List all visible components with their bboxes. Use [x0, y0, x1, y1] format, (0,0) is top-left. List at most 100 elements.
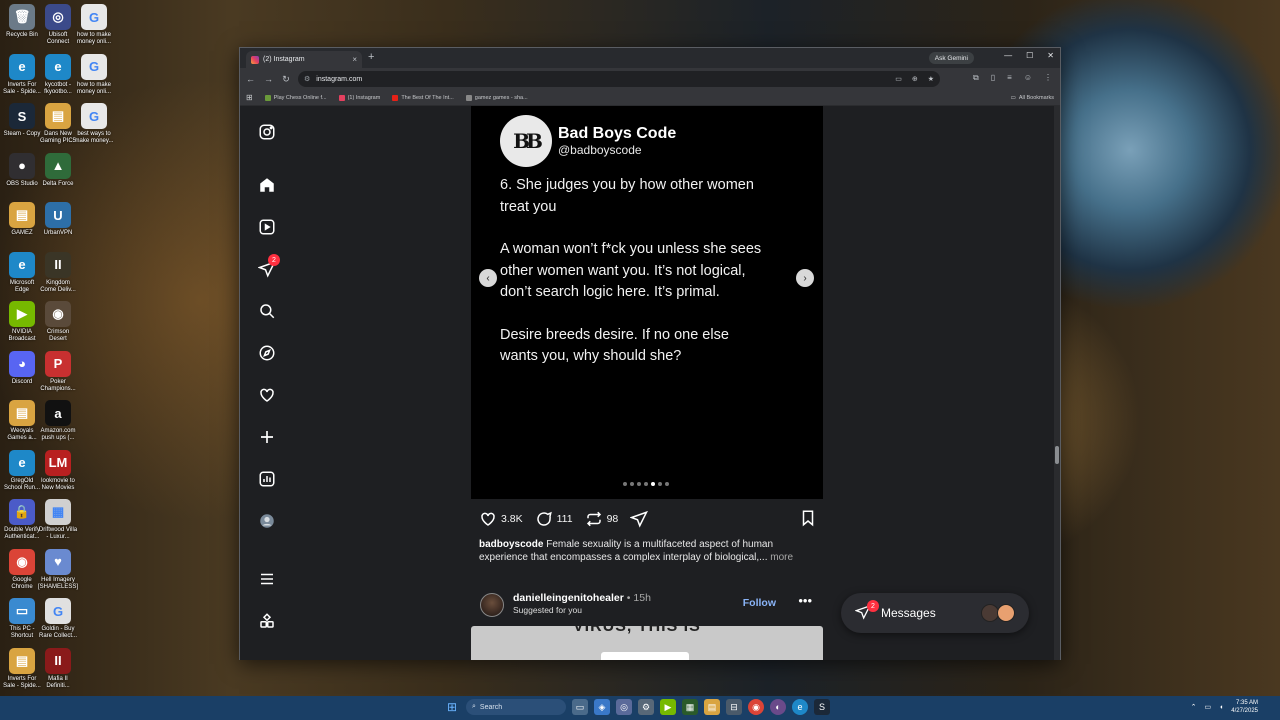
ask-gemini-button[interactable]: Ask Gemini	[928, 52, 974, 64]
desktop-icon[interactable]: S Steam - Copy	[2, 103, 42, 138]
media-icon[interactable]: ≡	[1007, 73, 1012, 83]
settings-icon[interactable]: ⚙	[638, 699, 654, 715]
back-icon[interactable]: ←	[246, 74, 255, 84]
scrollbar-thumb[interactable]	[1055, 446, 1059, 464]
share-action[interactable]	[630, 510, 649, 528]
bookmark-item[interactable]: (1) Instagram	[338, 94, 380, 101]
windows-security-icon[interactable]: ◈	[594, 699, 610, 715]
desktop-icon[interactable]: ▤ Weoyals Games a...	[2, 400, 42, 442]
site-info-icon[interactable]: ⚙	[304, 75, 310, 83]
avatar[interactable]	[480, 593, 504, 617]
follow-button[interactable]: Follow	[743, 597, 776, 609]
bookmark-item[interactable]: Play Chess Online f...	[264, 94, 327, 101]
more-apps-icon[interactable]	[256, 610, 278, 632]
desktop-icon[interactable]: ▭ This PC - Shortcut	[2, 598, 42, 640]
desktop-icon[interactable]: e GregOld School Run...	[2, 449, 42, 492]
insights-icon[interactable]	[256, 468, 278, 490]
instagram-logo-icon[interactable]	[256, 121, 278, 143]
extensions-icon[interactable]: ⧉	[973, 73, 979, 83]
taskbar-search[interactable]: ⌕ Search	[466, 699, 566, 715]
next-post-preview[interactable]: VIRUS, THIS IS	[471, 626, 823, 660]
steam-icon[interactable]: S	[814, 699, 830, 715]
desktop-icon[interactable]: ◕ Discord	[2, 350, 42, 386]
desktop-icon[interactable]: e kycotbot - fkyootbo...	[38, 53, 78, 96]
reload-icon[interactable]: ↻	[282, 74, 290, 85]
profile-avatar[interactable]	[256, 510, 278, 532]
suggested-username[interactable]: danielleingenitohealer • 15h	[513, 592, 651, 604]
ubisoft-icon[interactable]: ◎	[616, 699, 632, 715]
address-bar[interactable]: ⚙ instagram.com ▭ ⊕ ★	[298, 71, 940, 87]
save-bookmark-icon[interactable]	[799, 509, 817, 530]
zoom-icon[interactable]: ⊕	[912, 75, 918, 83]
new-tab-button[interactable]: +	[368, 51, 374, 63]
desktop-icon[interactable]: Ghow to make money onli...	[74, 53, 114, 96]
create-icon[interactable]	[256, 426, 278, 448]
network-icon[interactable]: ▭	[1204, 703, 1211, 711]
desktop-icon[interactable]: ● OBS Studio	[2, 152, 42, 188]
desktop-icon[interactable]: e Microsoft Edge	[2, 251, 42, 294]
xbox-icon[interactable]: ▦	[682, 699, 698, 715]
desktop-icon[interactable]: II Mafia II Definiti...	[38, 647, 78, 690]
file-explorer-icon[interactable]: ▤	[704, 699, 720, 715]
direct-messages-icon[interactable]: 2	[256, 254, 280, 280]
desktop-icon[interactable]: P Poker Champions...	[38, 350, 78, 393]
all-bookmarks-button[interactable]: ▭ All Bookmarks	[1011, 95, 1054, 101]
star-icon[interactable]: ★	[928, 75, 934, 83]
cast-icon[interactable]: ▭	[895, 75, 902, 83]
hamburger-menu-icon[interactable]	[256, 568, 278, 590]
sidepanel-icon[interactable]: ▯	[991, 73, 995, 83]
more-options-icon[interactable]: •••	[798, 593, 812, 608]
desktop-icon[interactable]: LM lookmovie to New Movies	[38, 449, 78, 492]
desktop-icon[interactable]: ◉ Crimson Desert	[38, 301, 78, 343]
close-window-icon[interactable]: ✕	[1047, 51, 1054, 60]
heart-icon[interactable]	[256, 384, 278, 406]
tray-chevron-icon[interactable]: ⌃	[1191, 703, 1197, 711]
desktop-icon[interactable]: a Amazon.com push ups (...	[38, 400, 78, 442]
carousel-next-icon[interactable]: ›	[796, 269, 814, 287]
explore-icon[interactable]	[256, 342, 278, 364]
carousel-prev-icon[interactable]: ‹	[479, 269, 497, 287]
reels-icon[interactable]	[256, 216, 278, 238]
messages-button[interactable]: 2 Messages	[841, 593, 1029, 633]
like-action[interactable]: 3.8K	[479, 510, 523, 528]
page-scrollbar[interactable]	[1054, 106, 1060, 660]
repost-action[interactable]: 98	[585, 510, 618, 528]
desktop-icon[interactable]: 🗑 Recycle Bin	[2, 4, 42, 39]
desktop-icon[interactable]: Ghow to make money onli...	[74, 4, 114, 46]
minimize-icon[interactable]: —	[1004, 51, 1012, 60]
desktop-icon[interactable]: G Goldin - Buy Rare Collect...	[38, 598, 78, 640]
desktop-icon[interactable]: II Kingdom Come Deliv...	[38, 251, 78, 294]
comment-action[interactable]: 111	[535, 510, 573, 528]
apps-icon[interactable]: ⊞	[246, 93, 253, 102]
app-icon[interactable]: ◐	[770, 699, 786, 715]
task-view-icon[interactable]: ▭	[572, 699, 588, 715]
forward-icon[interactable]: →	[264, 74, 273, 84]
post-carousel[interactable]: BB Bad Boys Code @badboyscode 6. She jud…	[471, 106, 823, 499]
desktop-icon[interactable]: ◉ Google Chrome	[2, 548, 42, 591]
profile-icon[interactable]: ☺	[1024, 73, 1032, 83]
desktop-icon[interactable]: U UrbanVPN	[38, 202, 78, 237]
bookmark-item[interactable]: gamez games - sha...	[465, 94, 528, 101]
desktop-icon[interactable]: ▶ NVIDIA Broadcast	[2, 301, 42, 343]
desktop-icon[interactable]: ▤ GAMEZ	[2, 202, 42, 237]
desktop-icon[interactable]: ▤ Dans New Gaming PIC5	[38, 103, 78, 145]
menu-icon[interactable]: ⋮	[1044, 73, 1052, 83]
edge-icon[interactable]: e	[792, 699, 808, 715]
nvidia-icon[interactable]: ▶	[660, 699, 676, 715]
home-icon[interactable]	[256, 174, 278, 196]
store-icon[interactable]: ⊟	[726, 699, 742, 715]
chrome-icon[interactable]: ◉	[748, 699, 764, 715]
close-tab-icon[interactable]: ×	[352, 55, 357, 64]
desktop-icon[interactable]: ▤ Inverts For Sale - Spide...	[2, 647, 42, 690]
caption-more-link[interactable]: more	[770, 552, 793, 563]
start-icon[interactable]: ⊞	[444, 699, 460, 715]
tab-instagram[interactable]: (2) Instagram ×	[246, 51, 362, 68]
desktop-icon[interactable]: ◎ Ubisoft Connect	[38, 4, 78, 46]
desktop-icon[interactable]: ▲ Delta Force	[38, 152, 78, 188]
desktop-icon[interactable]: ▦ Driftwood Villa - Luxur...	[38, 499, 78, 541]
maximize-icon[interactable]: ☐	[1026, 51, 1033, 60]
desktop-icon[interactable]: Gbest ways to make money...	[74, 103, 114, 145]
desktop-icon[interactable]: ♥ Hell Imagery [SHAMELESS]	[38, 548, 78, 591]
caption-username[interactable]: badboyscode	[479, 539, 543, 550]
search-icon[interactable]	[256, 300, 278, 322]
